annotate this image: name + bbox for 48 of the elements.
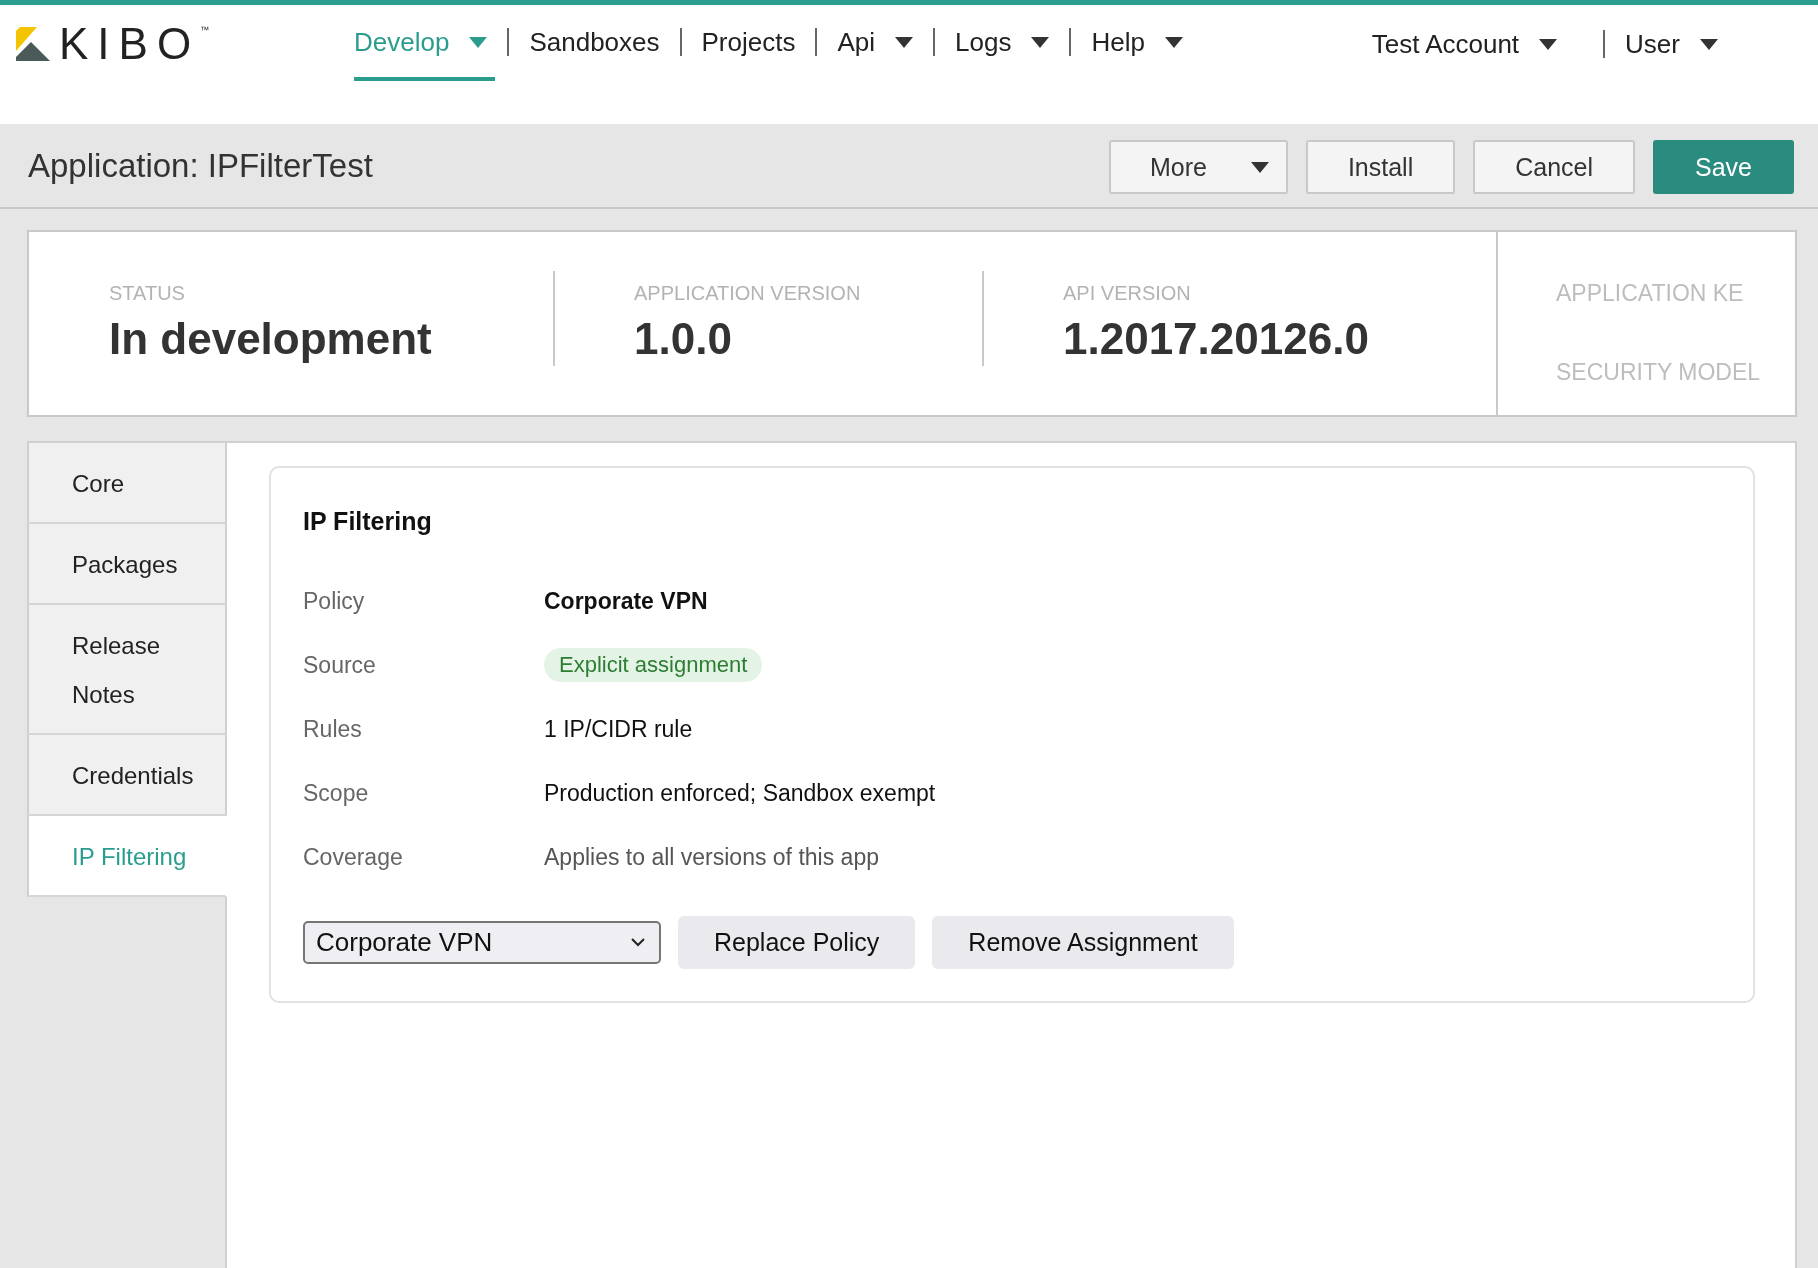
caret-down-icon: [895, 36, 913, 48]
field-label: Policy: [303, 587, 365, 616]
action-button[interactable]: Replace Policy: [678, 916, 916, 969]
caret-down-icon: [469, 36, 488, 48]
field-label: APPLICATION VERSION: [634, 281, 862, 305]
field-label: API VERSION: [1063, 281, 1192, 305]
logo-icon: [16, 27, 50, 61]
nav-link[interactable]: Projects: [701, 25, 804, 81]
chevron-down-icon: [631, 938, 645, 947]
caret-down-icon: [1031, 36, 1050, 48]
nav-link[interactable]: Sandboxes: [529, 25, 668, 81]
account-menu-link[interactable]: Test Account: [1371, 27, 1566, 83]
sidebar-tab[interactable]: Release Notes: [27, 605, 227, 735]
page-title: Application: IPFilterTest: [28, 146, 373, 186]
nav-link[interactable]: Api: [837, 25, 921, 81]
field-value: Production enforced; Sandbox exempt: [544, 779, 936, 808]
field-label: Rules: [303, 715, 362, 744]
nav-link[interactable]: Help: [1091, 25, 1191, 81]
caret-down-icon: [1700, 38, 1718, 50]
save-button[interactable]: Save: [1653, 140, 1794, 194]
toolbar-button[interactable]: Install: [1305, 140, 1456, 194]
field-label: SECURITY MODEL: [1556, 358, 1761, 386]
action-button[interactable]: Remove Assignment: [932, 916, 1234, 969]
caret-down-icon: [1539, 38, 1558, 50]
field-label: Coverage: [303, 843, 403, 872]
sidebar-tab[interactable]: Credentials: [27, 735, 227, 816]
field-label: Scope: [303, 779, 369, 808]
field-value: In development: [109, 313, 433, 365]
field-value: 1 IP/CIDR rule: [544, 715, 693, 744]
caret-down-icon: [1164, 36, 1183, 48]
toolbar-button[interactable]: Cancel: [1473, 140, 1635, 194]
source-badge: Explicit assignment: [544, 648, 763, 682]
sidebar-tab[interactable]: Core: [27, 441, 227, 524]
field-label: STATUS: [109, 281, 186, 305]
account-menu-link[interactable]: User: [1625, 27, 1726, 83]
sidebar-tab[interactable]: Packages: [27, 524, 227, 605]
caret-down-icon: [1250, 161, 1269, 173]
field-label: APPLICATION KE: [1556, 279, 1744, 307]
field-value: 1.2017.20126.0: [1063, 313, 1370, 365]
logo-wordmark: KIBO$^{™}$: [59, 24, 210, 64]
field-value: Corporate VPN: [544, 587, 708, 616]
card-title: IP Filtering: [303, 506, 433, 537]
field-value: Applies to all versions of this app: [544, 843, 879, 872]
policy-dropdown[interactable]: Corporate VPN: [303, 921, 661, 964]
field-value: 1.0.0: [634, 313, 733, 365]
field-label: Source: [303, 651, 376, 680]
more-button[interactable]: More: [1108, 140, 1288, 194]
nav-link[interactable]: Logs: [955, 25, 1058, 81]
